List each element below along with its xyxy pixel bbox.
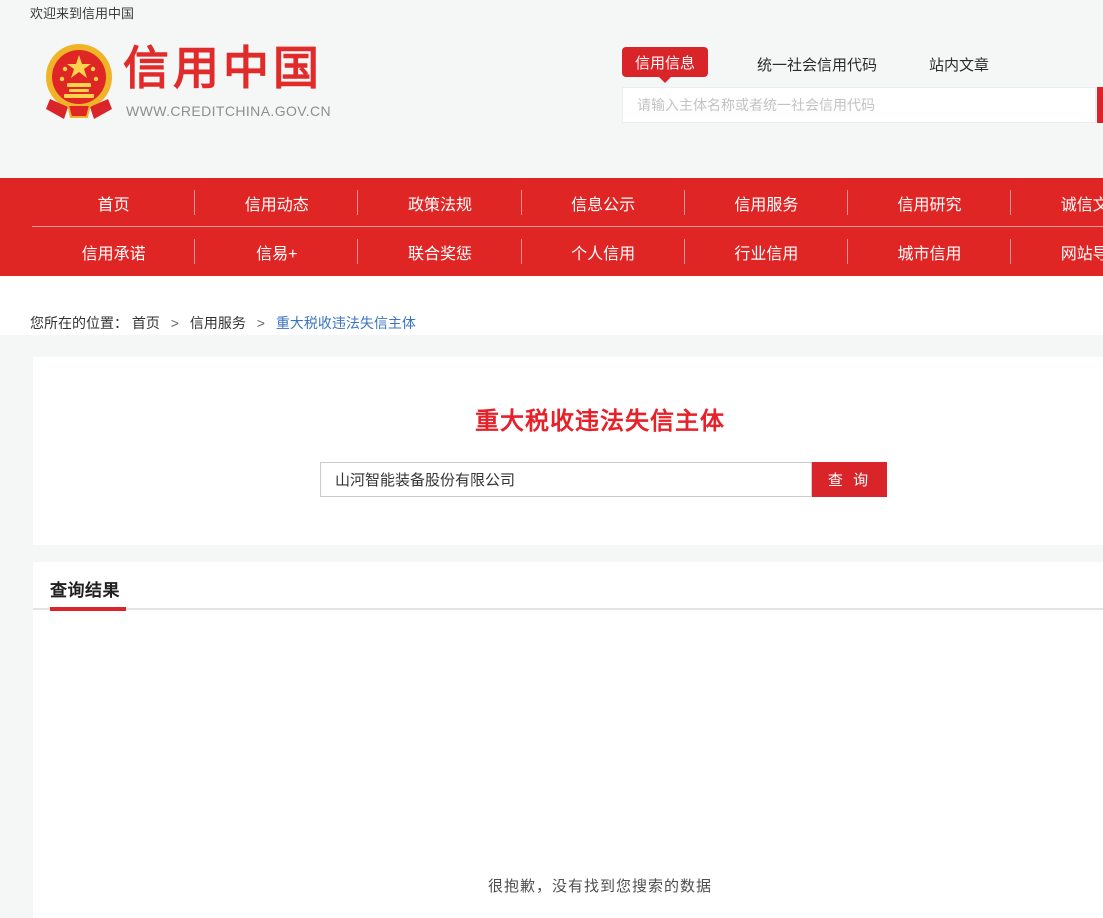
nav-item-credit-services[interactable]: 信用服务 — [685, 178, 848, 227]
query-button[interactable]: 查 询 — [812, 462, 887, 497]
breadcrumb-label: 您所在的位置： — [30, 315, 128, 331]
empty-results-message: 很抱歉，没有找到您搜索的数据 — [33, 875, 1103, 896]
nav-item-credit-news[interactable]: 信用动态 — [195, 178, 358, 227]
site-url-text: WWW.CREDITCHINA.GOV.CN — [126, 103, 331, 119]
results-divider — [33, 608, 1103, 610]
nav-item-personal-credit[interactable]: 个人信用 — [522, 227, 685, 276]
tab-unified-social-credit-code[interactable]: 统一社会信用代码 — [757, 54, 877, 75]
nav-item-city-credit[interactable]: 城市信用 — [848, 227, 1011, 276]
nav-item-joint-reward-punishment[interactable]: 联合奖惩 — [358, 227, 521, 276]
breadcrumb-home-link[interactable]: 首页 — [132, 315, 160, 331]
nav-item-industry-credit[interactable]: 行业信用 — [685, 227, 848, 276]
breadcrumb-credit-services-link[interactable]: 信用服务 — [190, 315, 246, 331]
results-heading: 查询结果 — [50, 576, 120, 601]
nav-item-integrity-culture[interactable]: 诚信文化 — [1011, 178, 1103, 227]
nav-item-credit-research[interactable]: 信用研究 — [848, 178, 1011, 227]
breadcrumb-current-page-link[interactable]: 重大税收违法失信主体 — [276, 315, 416, 331]
site-logo-text[interactable]: 信用中国 — [123, 42, 323, 94]
page-title: 重大税收违法失信主体 — [33, 401, 1103, 436]
tab-credit-info[interactable]: 信用信息 — [622, 47, 708, 77]
nav-item-xinyi-plus[interactable]: 信易+ — [195, 227, 358, 276]
welcome-text: 欢迎来到信用中国 — [30, 3, 134, 22]
nav-row-1: 首页 信用动态 政策法规 信息公示 信用服务 信用研究 诚信文化 — [32, 178, 1103, 227]
header-search-button[interactable] — [1097, 87, 1103, 123]
breadcrumb-band: 您所在的位置： 首页 > 信用服务 > 重大税收违法失信主体 — [0, 276, 1103, 335]
breadcrumb-separator: > — [257, 315, 265, 331]
national-emblem-icon — [40, 41, 118, 121]
breadcrumb-separator: > — [171, 315, 179, 331]
nav-item-site-map[interactable]: 网站导航 — [1011, 227, 1103, 276]
main-nav: 首页 信用动态 政策法规 信息公示 信用服务 信用研究 诚信文化 信用承诺 信易… — [0, 178, 1103, 276]
header-search-input[interactable] — [622, 87, 1096, 123]
results-divider-accent — [50, 607, 126, 611]
nav-item-home[interactable]: 首页 — [32, 178, 195, 227]
query-card: 重大税收违法失信主体 查 询 — [33, 357, 1103, 545]
tab-site-articles[interactable]: 站内文章 — [929, 54, 989, 75]
nav-row-2: 信用承诺 信易+ 联合奖惩 个人信用 行业信用 城市信用 网站导航 — [32, 227, 1103, 276]
breadcrumb: 您所在的位置： 首页 > 信用服务 > 重大税收违法失信主体 — [30, 313, 416, 333]
entity-query-input[interactable] — [320, 462, 812, 497]
page: 欢迎来到信用中国 信用中国 WWW.CREDITCHINA.GOV.CN 信用信… — [0, 0, 1103, 918]
nav-item-credit-commitment[interactable]: 信用承诺 — [32, 227, 195, 276]
nav-item-info-disclosure[interactable]: 信息公示 — [522, 178, 685, 227]
results-card: 查询结果 很抱歉，没有找到您搜索的数据 — [33, 562, 1103, 918]
nav-item-policies[interactable]: 政策法规 — [358, 178, 521, 227]
